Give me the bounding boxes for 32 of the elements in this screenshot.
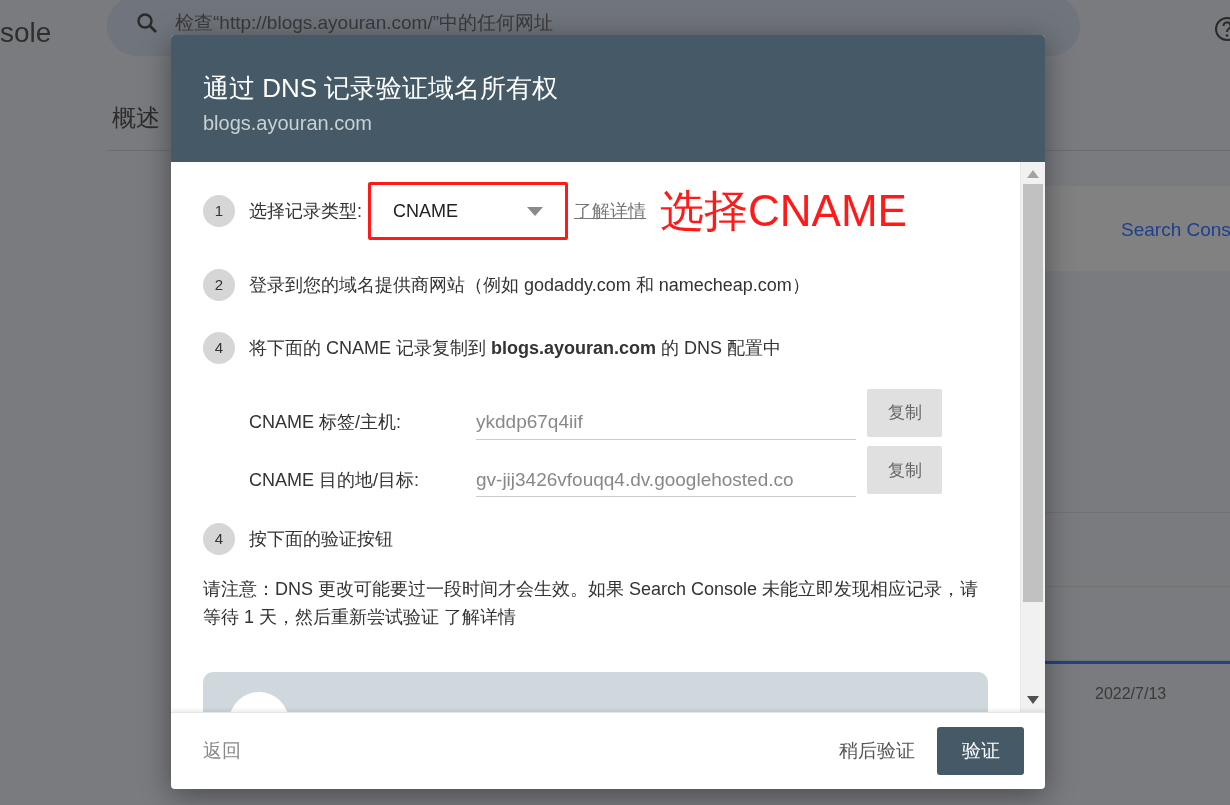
step-text: 将下面的 CNAME 记录复制到 blogs.ayouran.com 的 DNS 配置中 — [249, 336, 782, 360]
record-label: CNAME 标签/主机: — [249, 411, 402, 435]
search-field[interactable]: 检查“http://blogs.ayouran.com/”中的任何网址 — [173, 7, 773, 39]
verify-button[interactable]: 验证 — [937, 727, 1024, 775]
annotation-text: 选择CNAME — [660, 189, 907, 233]
note-text: 请注意：DNS 更改可能要过一段时间才会生效。如果 Search Console 未能立即发现相应记录，请等待 1 天，然后重新尝试验证 了解详情 — [203, 578, 980, 629]
step-text: 登录到您的域名提供商网站（例如 godaddy.com 和 namecheap.com） — [249, 273, 810, 297]
scrollbar[interactable] — [1020, 162, 1045, 712]
dialog-subtitle: blogs.ayouran.com — [203, 111, 373, 137]
step-text: 按下面的验证按钮 — [249, 527, 393, 551]
step-number: 4 — [203, 332, 235, 364]
scroll-down-icon[interactable] — [1027, 696, 1039, 704]
step-number: 4 — [203, 523, 235, 555]
console-link[interactable]: Search Cons — [1121, 219, 1230, 240]
page-title: 概述 — [112, 103, 160, 133]
logo-text: sole — [0, 16, 53, 50]
record-label: CNAME 目的地/目标: — [249, 468, 420, 492]
copy-button[interactable]: 复制 — [867, 446, 942, 495]
learn-more-link[interactable]: 了解详情 — [574, 197, 646, 225]
back-button[interactable]: 返回 — [191, 730, 253, 772]
caret-icon — [527, 206, 543, 216]
date-label: 2022/7/13 — [1095, 684, 1168, 704]
step-number: 2 — [203, 269, 235, 301]
copy-button[interactable]: 复制 — [867, 388, 942, 437]
step-number: 1 — [203, 195, 235, 227]
search-icon — [135, 11, 159, 35]
learn-more-link[interactable]: 了解详情 — [444, 606, 516, 627]
step-label: 选择记录类型: — [249, 199, 362, 223]
scroll-thumb[interactable] — [1023, 184, 1043, 602]
dialog-title: 通过 DNS 记录验证域名所有权 — [203, 73, 560, 105]
verify-later-button[interactable]: 稍后验证 — [827, 730, 927, 772]
scroll-up-icon[interactable] — [1027, 170, 1039, 178]
